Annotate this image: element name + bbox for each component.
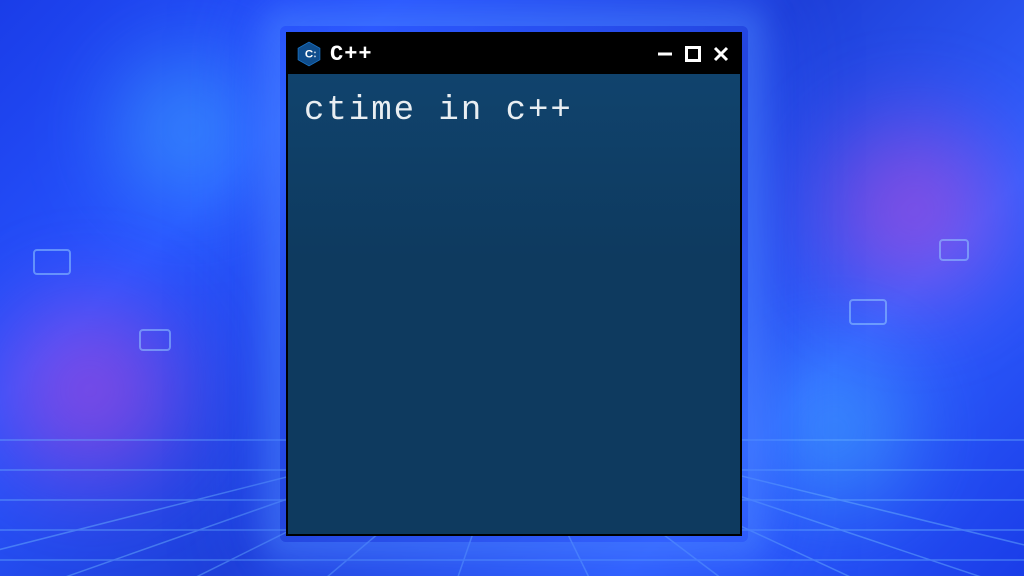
terminal-window: C + + C++ ctime in c++ [286,32,742,536]
maximize-button[interactable] [682,43,704,65]
titlebar[interactable]: C + + C++ [288,34,740,74]
svg-text:C: C [305,49,313,61]
window-title: C++ [330,42,654,67]
cpp-logo-icon: C + + [296,41,322,67]
minimize-button[interactable] [654,43,676,65]
terminal-window-glow: C + + C++ ctime in c++ [280,26,748,542]
close-button[interactable] [710,43,732,65]
terminal-text-line: ctime in c++ [304,92,573,130]
window-controls [654,43,732,65]
terminal-output-area[interactable]: ctime in c++ [288,74,740,534]
